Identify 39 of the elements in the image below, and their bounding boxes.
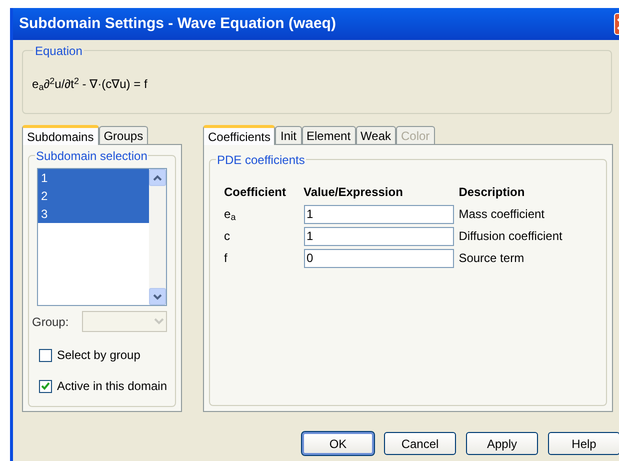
checkbox[interactable] (39, 380, 52, 392)
tab[interactable]: Init (275, 126, 302, 144)
chevron-down-icon (154, 318, 164, 325)
dialog-button[interactable]: OK (302, 432, 374, 455)
window-title: Subdomain Settings - Wave Equation (waeq) (19, 14, 336, 34)
caret-down-icon (153, 294, 162, 300)
tab[interactable]: Coefficients (203, 125, 276, 145)
tab[interactable]: Groups (98, 126, 148, 144)
dialog-button[interactable]: Cancel (384, 432, 456, 455)
list-item[interactable]: 2 (38, 187, 149, 205)
value-field[interactable]: 1 (304, 226, 454, 246)
coefficient-symbol: e$_{a}$ (224, 206, 237, 223)
column-header: Value/Expression (304, 184, 404, 201)
coefficient-symbol: c (224, 228, 231, 245)
tab[interactable]: Subdomains (22, 125, 99, 145)
list-item[interactable]: 1 (38, 169, 149, 187)
equation-text: e$_{a}$∂$^{2}$u/∂t$^{2}$ - ∇·(c∇u) = f (32, 75, 148, 93)
dialog-button[interactable]: Apply (466, 432, 538, 455)
list-item[interactable]: 3 (38, 205, 149, 223)
description-text: Mass coefficient (458, 206, 546, 223)
value-field[interactable]: 1 (304, 204, 454, 224)
subdomain-list[interactable]: 1 2 3 (37, 168, 167, 306)
scroll-down-button[interactable] (149, 288, 166, 305)
description-text: Source term (458, 250, 526, 267)
checkbox[interactable] (39, 348, 52, 362)
description-text: Diffusion coefficient (458, 228, 564, 245)
checkbox-label: Active in this domain (56, 378, 167, 395)
column-header: Description (458, 184, 526, 201)
caret-up-icon (153, 174, 162, 180)
dialog-button[interactable]: Help (548, 432, 619, 455)
group-label-text: Group: (32, 314, 70, 330)
checkbox-label: Select by group (57, 347, 140, 364)
coefficient-symbol: f (224, 250, 228, 267)
value-field[interactable]: 0 (304, 248, 454, 268)
column-header: Coefficient (224, 184, 288, 201)
tab[interactable]: Weak (356, 126, 396, 144)
tab[interactable]: Element (302, 126, 356, 144)
scrollbar[interactable] (149, 169, 166, 305)
scroll-up-button[interactable] (149, 169, 166, 186)
